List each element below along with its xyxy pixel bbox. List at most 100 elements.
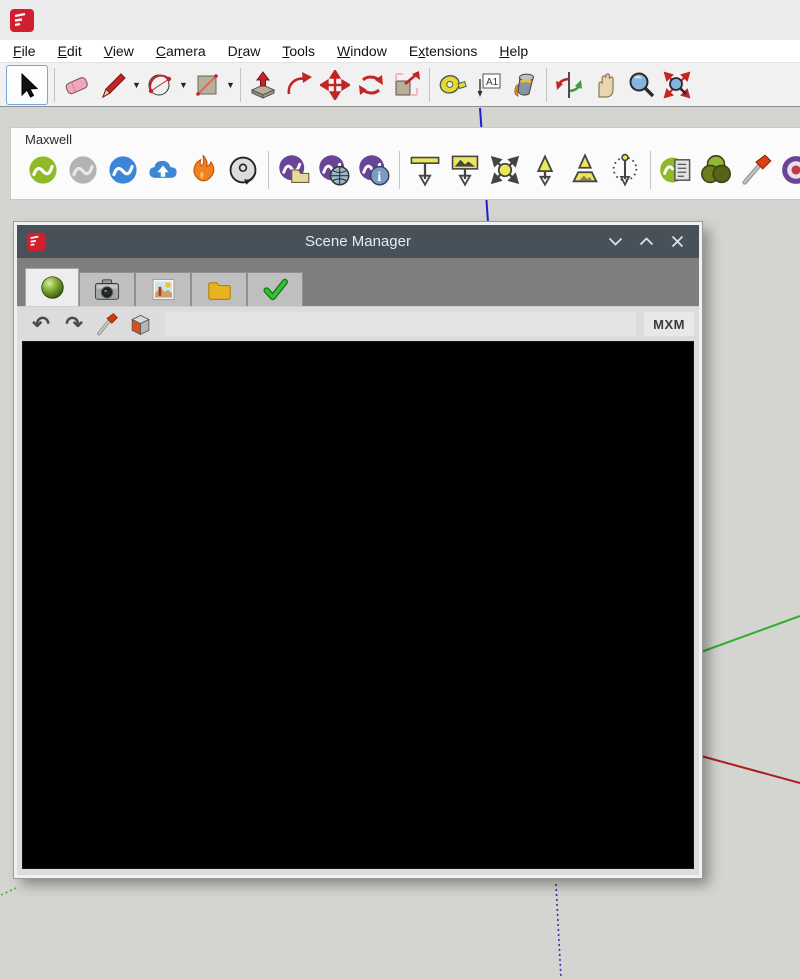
maxwell-fire-render-button[interactable]	[183, 150, 223, 190]
menu-window[interactable]: Window	[326, 43, 398, 59]
rectangle-icon	[196, 73, 218, 96]
scale-tool-button[interactable]	[389, 66, 425, 104]
expand-button[interactable]	[638, 234, 654, 250]
maxwell-viewport-render-button[interactable]	[103, 150, 143, 190]
image-icon	[152, 279, 174, 300]
pan-tool-button[interactable]	[587, 66, 623, 104]
zoom-tool-button[interactable]	[623, 66, 659, 104]
maxwell-render-blue-icon	[109, 156, 137, 184]
toolbar-field	[165, 312, 637, 336]
svg-text:i: i	[377, 169, 381, 184]
dialog-window-buttons	[607, 234, 699, 250]
close-icon	[671, 235, 683, 248]
arc-icon	[148, 74, 172, 95]
select-tool-button[interactable]	[6, 64, 48, 105]
scene-manager-tabstrip	[17, 258, 699, 306]
maxwell-scene-settings-button[interactable]	[656, 150, 696, 190]
maxwell-toolbar: i	[11, 148, 800, 192]
mxm-button[interactable]: MXM	[644, 312, 694, 336]
maxwell-cloud-render-button[interactable]	[143, 150, 183, 190]
material-picker-button[interactable]	[93, 310, 121, 338]
maxwell-separator	[268, 151, 269, 189]
scene-manager-titlebar[interactable]: Scene Manager	[17, 225, 699, 258]
collapse-button[interactable]	[607, 234, 623, 250]
line-tool-dropdown[interactable]: ▼	[131, 66, 142, 104]
maxwell-render-icon	[29, 156, 57, 184]
close-button[interactable]	[669, 234, 685, 250]
follow-me-tool-button[interactable]	[281, 66, 317, 104]
eraser-icon	[65, 76, 88, 94]
scene-manager-dialog: Scene Manager ↶ ↷ MXM	[13, 221, 703, 879]
shapes-tool-button[interactable]	[189, 66, 225, 104]
tab-environment[interactable]	[135, 272, 191, 306]
maxwell-network-render-button[interactable]	[223, 150, 263, 190]
paint-bucket-tool-button[interactable]	[506, 66, 542, 104]
dialog-title: Scene Manager	[305, 233, 411, 250]
undo-button[interactable]: ↶	[27, 310, 55, 338]
maxwell-spotlight-button[interactable]	[525, 150, 565, 190]
menu-camera[interactable]: Camera	[145, 43, 217, 59]
tab-materials[interactable]	[25, 268, 79, 306]
orbit-tool-button[interactable]	[551, 66, 587, 104]
menu-bar: File Edit View Camera Draw Tools Window …	[0, 40, 800, 63]
menu-extensions[interactable]: Extensions	[398, 43, 489, 59]
texture-cube-button[interactable]	[126, 310, 154, 338]
eraser-tool-button[interactable]	[59, 66, 95, 104]
shapes-tool-dropdown[interactable]: ▼	[225, 66, 236, 104]
rotate-tool-button[interactable]	[353, 66, 389, 104]
pencil-icon	[102, 72, 126, 98]
material-preview-area[interactable]	[22, 341, 694, 869]
maxwell-separator	[650, 151, 651, 189]
move-tool-button[interactable]	[317, 66, 353, 104]
menu-edit[interactable]: Edit	[47, 43, 93, 59]
menu-file[interactable]: File	[2, 43, 47, 59]
menu-help[interactable]: Help	[488, 43, 539, 59]
follow-me-icon	[287, 71, 312, 94]
arc-tool-dropdown[interactable]: ▼	[178, 66, 189, 104]
maxwell-projector-button[interactable]	[565, 150, 605, 190]
maxwell-render-disabled-button[interactable]	[63, 150, 103, 190]
camera-icon	[94, 278, 120, 300]
tab-options[interactable]	[247, 272, 303, 306]
spotlight-icon	[536, 154, 554, 187]
arc-tool-button[interactable]	[142, 66, 178, 104]
toolbar-separator	[546, 67, 547, 102]
maxwell-ies-light-button[interactable]	[605, 150, 645, 190]
move-icon	[320, 69, 350, 100]
purple-ring-icon	[782, 156, 800, 184]
maxwell-omni-light-button[interactable]	[485, 150, 525, 190]
text-tool-button[interactable]: A1	[470, 66, 506, 104]
maxwell-mxm-info-button[interactable]: i	[354, 150, 394, 190]
zoom-extents-icon	[663, 71, 691, 98]
maxwell-material-editor-button[interactable]	[776, 150, 800, 190]
tab-camera[interactable]	[79, 272, 135, 306]
maxwell-emitter-button[interactable]	[405, 150, 445, 190]
sketchup-logo-icon	[10, 8, 34, 32]
green-axis-dotted	[0, 887, 17, 896]
push-pull-tool-button[interactable]	[245, 66, 281, 104]
maxwell-separator	[399, 151, 400, 189]
mxm-info-icon: i	[359, 155, 390, 186]
menu-tools[interactable]: Tools	[271, 43, 326, 59]
maxwell-material-lists-button[interactable]	[696, 150, 736, 190]
green-axis-solid	[689, 615, 800, 657]
maxwell-panel-title: Maxwell	[25, 132, 72, 147]
emitter-icon	[410, 156, 440, 187]
menu-draw[interactable]: Draw	[217, 43, 272, 59]
maxwell-mxm-web-button[interactable]	[314, 150, 354, 190]
rotate-icon	[359, 74, 383, 95]
maxwell-material-picker-button[interactable]	[736, 150, 776, 190]
tab-files[interactable]	[191, 272, 247, 306]
mxm-globe-icon	[319, 155, 350, 186]
maxwell-render-button[interactable]	[23, 150, 63, 190]
pan-hand-icon	[598, 72, 614, 98]
menu-view[interactable]: View	[93, 43, 145, 59]
maxwell-open-mxm-folder-button[interactable]	[274, 150, 314, 190]
material-sphere-icon	[40, 276, 64, 299]
maxwell-image-emitter-button[interactable]	[445, 150, 485, 190]
text-icon: A1	[477, 73, 501, 97]
line-tool-button[interactable]	[95, 66, 131, 104]
tape-measure-tool-button[interactable]	[434, 66, 470, 104]
zoom-extents-tool-button[interactable]	[659, 66, 695, 104]
redo-button[interactable]: ↷	[60, 310, 88, 338]
